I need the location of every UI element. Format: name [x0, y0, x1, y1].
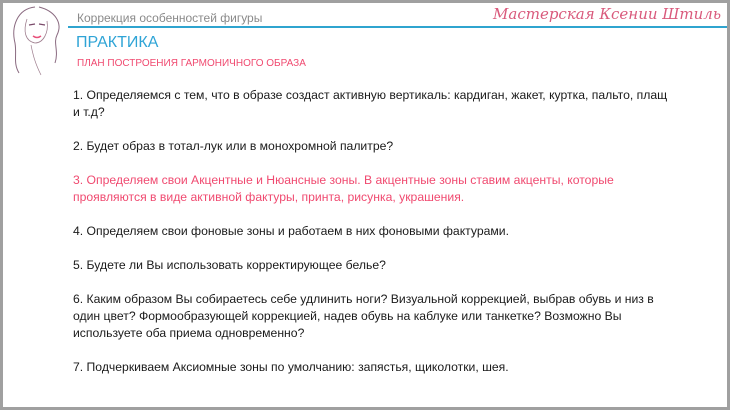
list-item: 4. Определяем свои фоновые зоны и работа…: [73, 224, 509, 238]
brand-signature: Мастерская Ксении Штиль: [493, 5, 721, 23]
list-item: 7. Подчеркиваем Аксиомные зоны по умолча…: [73, 360, 509, 374]
list-item: 6. Каким образом Вы собираетесь себе удл…: [73, 292, 654, 340]
header-divider: [68, 26, 727, 28]
course-subtitle: Коррекция особенностей фигуры: [77, 11, 263, 25]
plan-list: 1. Определяемся с тем, что в образе созд…: [73, 87, 673, 393]
list-item-highlighted: 3. Определяем свои Акцентные и Нюансные …: [73, 173, 614, 204]
list-item: 2. Будет образ в тотал-лук или в монохро…: [73, 139, 394, 153]
list-item: 1. Определяемся с тем, что в образе созд…: [73, 88, 668, 119]
slide: Коррекция особенностей фигуры Мастерская…: [3, 3, 727, 407]
slide-heading: ПЛАН ПОСТРОЕНИЯ ГАРМОНИЧНОГО ОБРАЗА: [77, 58, 306, 69]
woman-face-logo-icon: [13, 6, 60, 76]
list-item: 5. Будете ли Вы использовать корректирую…: [73, 258, 386, 272]
slide-title: ПРАКТИКА: [76, 34, 159, 51]
